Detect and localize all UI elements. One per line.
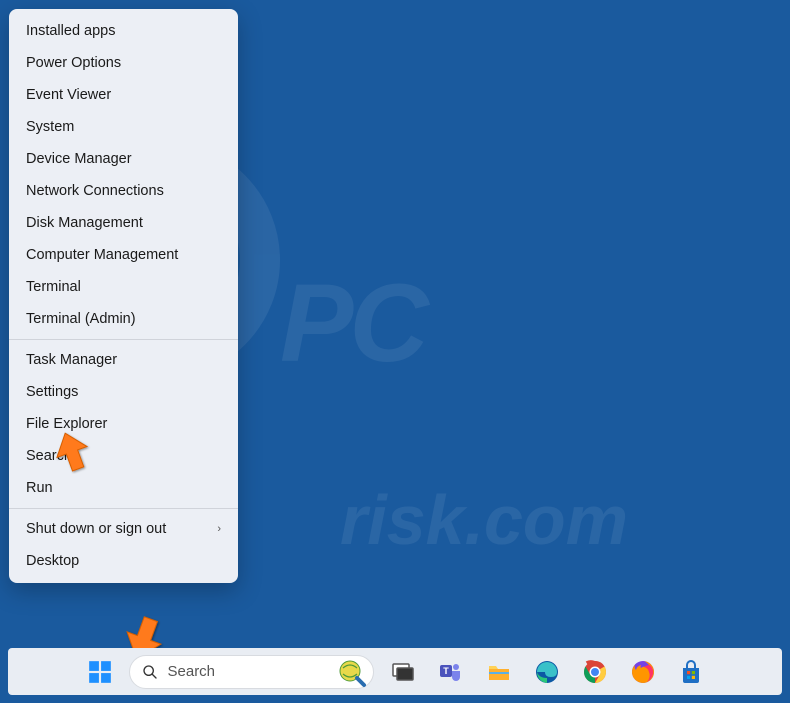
edge-icon	[534, 659, 560, 685]
menu-item-label: Device Manager	[26, 151, 132, 167]
taskbar-icon-firefox[interactable]	[624, 653, 662, 691]
menu-item-label: File Explorer	[26, 416, 107, 432]
menu-item-system[interactable]: System	[9, 111, 238, 143]
menu-item-label: Terminal	[26, 279, 81, 295]
menu-item-label: Run	[26, 480, 53, 496]
chrome-icon	[582, 659, 608, 685]
menu-item-label: Disk Management	[26, 215, 143, 231]
firefox-icon	[630, 659, 656, 685]
menu-item-disk-management[interactable]: Disk Management	[9, 207, 238, 239]
taskbar-icon-teams[interactable]: T	[432, 653, 470, 691]
menu-item-label: Task Manager	[26, 352, 117, 368]
task-view-icon	[390, 659, 416, 685]
taskbar-icon-task-view[interactable]	[384, 653, 422, 691]
taskbar: Search T	[8, 648, 782, 695]
menu-item-label: Event Viewer	[26, 87, 111, 103]
menu-item-file-explorer[interactable]: File Explorer	[9, 408, 238, 440]
menu-item-label: Computer Management	[26, 247, 178, 263]
svg-text:T: T	[443, 666, 449, 676]
menu-item-label: Shut down or sign out	[26, 521, 166, 537]
menu-item-label: Network Connections	[26, 183, 164, 199]
menu-item-settings[interactable]: Settings	[9, 376, 238, 408]
winx-context-menu: Installed apps Power Options Event Viewer S…	[9, 9, 238, 583]
menu-item-installed-apps[interactable]: Installed apps	[9, 15, 238, 47]
taskbar-icon-store[interactable]	[672, 653, 710, 691]
menu-item-label: Settings	[26, 384, 78, 400]
chevron-right-icon: ›	[217, 523, 221, 535]
menu-item-task-manager[interactable]: Task Manager	[9, 344, 238, 376]
search-icon	[142, 664, 158, 680]
menu-item-desktop[interactable]: Desktop	[9, 545, 238, 577]
menu-separator	[9, 339, 238, 340]
search-highlight-icon	[337, 658, 367, 688]
menu-item-search[interactable]: Search	[9, 440, 238, 472]
menu-item-power-options[interactable]: Power Options	[9, 47, 238, 79]
menu-item-label: Terminal (Admin)	[26, 311, 136, 327]
store-icon	[678, 659, 704, 685]
taskbar-icon-edge[interactable]	[528, 653, 566, 691]
menu-item-terminal[interactable]: Terminal	[9, 271, 238, 303]
menu-separator	[9, 508, 238, 509]
start-button[interactable]	[81, 653, 119, 691]
windows-logo-icon	[87, 659, 113, 685]
menu-item-network-connections[interactable]: Network Connections	[9, 175, 238, 207]
taskbar-icon-chrome[interactable]	[576, 653, 614, 691]
menu-item-label: System	[26, 119, 74, 135]
teams-icon: T	[438, 659, 464, 685]
menu-item-terminal-admin[interactable]: Terminal (Admin)	[9, 303, 238, 335]
search-placeholder: Search	[168, 663, 216, 680]
menu-item-event-viewer[interactable]: Event Viewer	[9, 79, 238, 111]
menu-item-label: Search	[26, 448, 72, 464]
menu-item-label: Desktop	[26, 553, 79, 569]
menu-item-label: Installed apps	[26, 23, 115, 39]
menu-item-shut-down-or-sign-out[interactable]: Shut down or sign out ›	[9, 513, 238, 545]
menu-item-label: Power Options	[26, 55, 121, 71]
taskbar-search[interactable]: Search	[129, 655, 374, 689]
taskbar-icon-file-explorer[interactable]	[480, 653, 518, 691]
menu-item-device-manager[interactable]: Device Manager	[9, 143, 238, 175]
menu-item-computer-management[interactable]: Computer Management	[9, 239, 238, 271]
menu-item-run[interactable]: Run	[9, 472, 238, 504]
folder-icon	[486, 659, 512, 685]
